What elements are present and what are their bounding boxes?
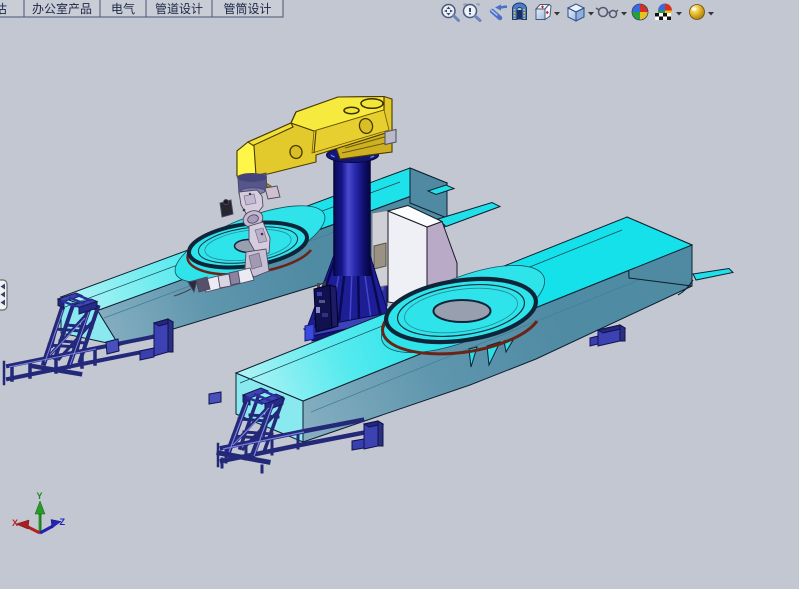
svg-text:管筒设计: 管筒设计: [223, 1, 271, 16]
svg-text:管道设计: 管道设计: [155, 1, 203, 16]
svg-text:办公室产品: 办公室产品: [32, 1, 92, 16]
svg-text:电气: 电气: [111, 1, 135, 16]
svg-text:Y: Y: [37, 491, 43, 501]
svg-text:X: X: [12, 518, 18, 528]
svg-text:Z: Z: [60, 517, 66, 527]
svg-text:评估: 评估: [0, 2, 7, 16]
